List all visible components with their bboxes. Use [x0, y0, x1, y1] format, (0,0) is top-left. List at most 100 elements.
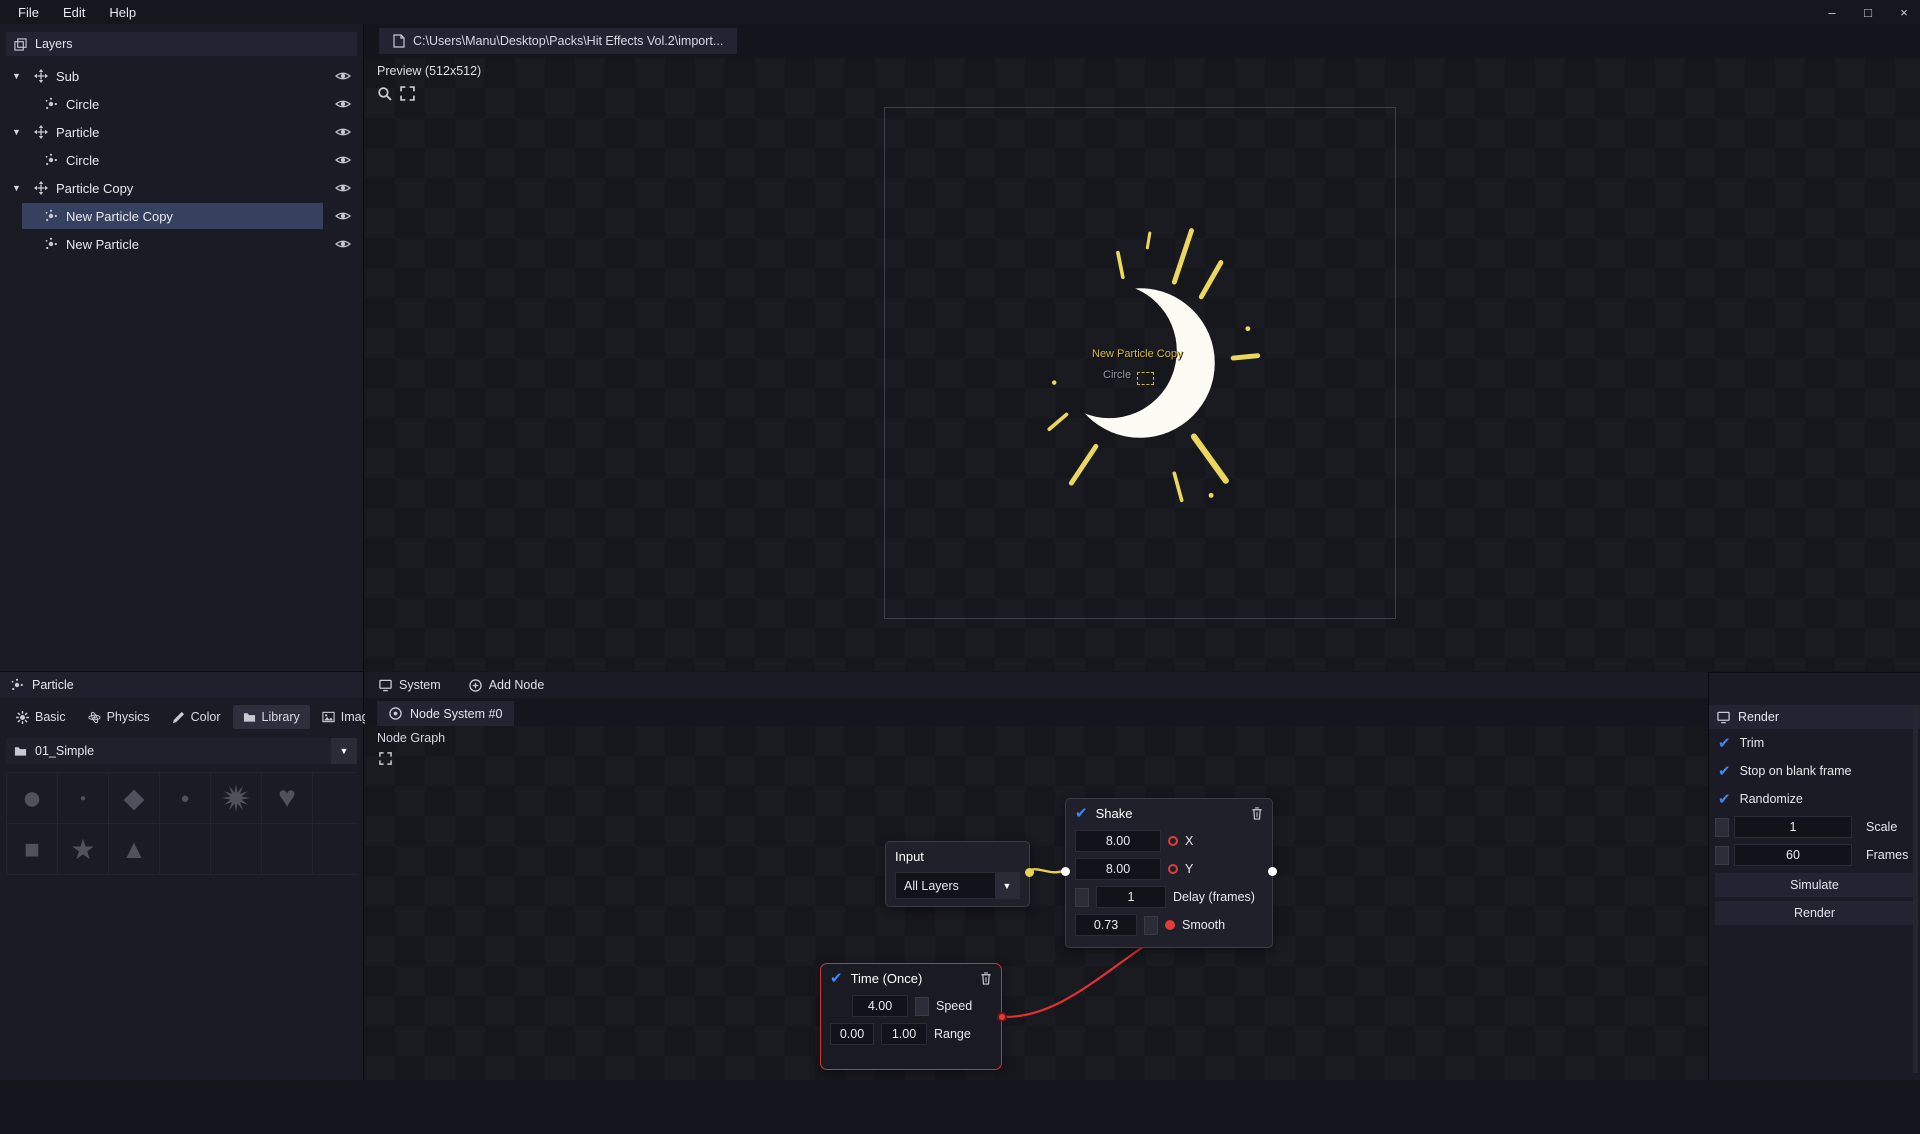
tab-color[interactable]: Color: [162, 705, 231, 729]
node-graph-canvas[interactable]: Node Graph Input All Layers ▼ ✔ Shake: [365, 726, 1708, 1080]
transform-icon: [34, 181, 48, 195]
output-port[interactable]: [1268, 867, 1277, 876]
visibility-eye-icon[interactable]: [335, 238, 351, 250]
visibility-eye-icon[interactable]: [335, 154, 351, 166]
port-x-icon[interactable]: [1168, 836, 1178, 846]
shape-star[interactable]: ★: [58, 824, 108, 874]
add-node-button[interactable]: Add Node: [469, 678, 545, 692]
option-label: Randomize: [1740, 792, 1803, 806]
option-trim[interactable]: ✔ Trim: [1709, 729, 1920, 757]
scrollbar[interactable]: [1913, 705, 1918, 1073]
checkbox-checked-icon[interactable]: ✔: [1718, 764, 1731, 779]
dropdown-caret-icon[interactable]: ▼: [331, 738, 357, 764]
layers-icon: [14, 38, 27, 51]
shake-smooth-input[interactable]: 0.73: [1075, 914, 1137, 936]
node-system-tab-label: Node System #0: [410, 707, 502, 721]
zoom-magnifier-icon[interactable]: [377, 86, 392, 101]
drag-handle[interactable]: [1715, 846, 1729, 865]
library-folder-select[interactable]: 01_Simple ▼: [6, 738, 357, 764]
layer-row-sub[interactable]: ▼ Sub: [0, 62, 363, 90]
shape-dot[interactable]: ●: [58, 773, 108, 823]
shape-triangle[interactable]: ▲: [109, 824, 159, 874]
layer-row-circle-2[interactable]: Circle: [0, 146, 363, 174]
checkbox-checked-icon[interactable]: ✔: [1718, 792, 1731, 807]
shape-circle[interactable]: ●: [7, 773, 57, 823]
shake-x-input[interactable]: 8.00: [1075, 830, 1161, 852]
layer-row-new-particle-copy[interactable]: New Particle Copy: [0, 202, 363, 230]
visibility-eye-icon[interactable]: [335, 98, 351, 110]
maximize-button[interactable]: □: [1860, 5, 1876, 20]
scale-input[interactable]: 1: [1734, 816, 1852, 838]
menu-help[interactable]: Help: [97, 5, 148, 20]
tab-basic[interactable]: Basic: [6, 705, 76, 729]
collapse-caret-icon[interactable]: ▼: [12, 127, 26, 137]
shape-empty[interactable]: [313, 773, 363, 823]
preview-meta: Preview (512x512): [377, 64, 481, 101]
node-input[interactable]: Input All Layers ▼: [885, 841, 1030, 907]
time-speed-input[interactable]: 4.00: [852, 995, 908, 1017]
drag-handle[interactable]: [1075, 888, 1089, 907]
shape-burst[interactable]: [211, 773, 261, 823]
node-enabled-checkbox[interactable]: ✔: [830, 971, 843, 986]
param-label: Speed: [936, 999, 972, 1013]
layer-row-particle[interactable]: ▼ Particle: [0, 118, 363, 146]
checkbox-checked-icon[interactable]: ✔: [1718, 736, 1731, 751]
dropdown-caret-icon[interactable]: ▼: [995, 873, 1019, 898]
visibility-eye-icon[interactable]: [335, 126, 351, 138]
time-range-to-input[interactable]: 1.00: [881, 1023, 927, 1045]
visibility-eye-icon[interactable]: [335, 182, 351, 194]
node-shake[interactable]: ✔ Shake 8.00 X 8.00 Y 1 Delay (frames) 0…: [1065, 798, 1273, 948]
delete-node-icon[interactable]: [1251, 807, 1263, 820]
shape-heart[interactable]: ♥: [262, 773, 312, 823]
visibility-eye-icon[interactable]: [335, 210, 351, 222]
drag-handle[interactable]: [1715, 818, 1729, 837]
minimize-button[interactable]: –: [1824, 5, 1840, 20]
menu-edit[interactable]: Edit: [51, 5, 97, 20]
shape-glyph: ●: [180, 790, 189, 807]
preview-canvas[interactable]: Preview (512x512): [365, 58, 1920, 671]
collapse-caret-icon[interactable]: ▼: [12, 71, 26, 81]
menu-file[interactable]: File: [6, 5, 51, 20]
simulate-button[interactable]: Simulate: [1715, 873, 1914, 897]
drag-handle[interactable]: [915, 997, 929, 1016]
layer-row-circle-1[interactable]: Circle: [0, 90, 363, 118]
input-layer-select[interactable]: All Layers ▼: [895, 872, 1020, 899]
input-port[interactable]: [1061, 867, 1070, 876]
shape-empty[interactable]: [313, 824, 363, 874]
shape-square[interactable]: ■: [7, 824, 57, 874]
shape-empty[interactable]: [160, 824, 210, 874]
option-stop-on-blank-frame[interactable]: ✔ Stop on blank frame: [1709, 757, 1920, 785]
frames-input[interactable]: 60: [1734, 844, 1852, 866]
output-port-red[interactable]: [997, 1012, 1007, 1022]
fit-expand-icon[interactable]: [400, 86, 415, 101]
time-range-from-input[interactable]: 0.00: [830, 1023, 874, 1045]
shake-y-input[interactable]: 8.00: [1075, 858, 1161, 880]
system-tab[interactable]: System: [379, 678, 441, 692]
delete-node-icon[interactable]: [980, 972, 992, 985]
collapse-caret-icon[interactable]: ▼: [12, 183, 26, 193]
shape-empty[interactable]: [262, 824, 312, 874]
shake-delay-input[interactable]: 1: [1096, 886, 1166, 908]
close-button[interactable]: ×: [1896, 5, 1912, 20]
node-time-once[interactable]: ✔ Time (Once) 4.00 Speed 0.00 1.00 Range: [820, 963, 1002, 1070]
visibility-eye-icon[interactable]: [335, 70, 351, 82]
tab-node-system-0[interactable]: Node System #0: [377, 701, 514, 726]
option-randomize[interactable]: ✔ Randomize: [1709, 785, 1920, 813]
layer-row-particle-copy[interactable]: ▼ Particle Copy: [0, 174, 363, 202]
node-enabled-checkbox[interactable]: ✔: [1075, 806, 1088, 821]
path-strip: C:\Users\Manu\Desktop\Packs\Hit Effects …: [365, 24, 1920, 58]
output-port[interactable]: [1025, 868, 1034, 877]
shape-glyph: ▲: [121, 834, 147, 865]
shape-small-circle[interactable]: ●: [160, 773, 210, 823]
render-button[interactable]: Render: [1715, 901, 1914, 925]
port-y-icon[interactable]: [1168, 864, 1178, 874]
port-smooth-icon[interactable]: [1165, 920, 1175, 930]
shape-empty[interactable]: [211, 824, 261, 874]
tab-library[interactable]: Library: [233, 705, 310, 729]
drag-handle[interactable]: [1144, 916, 1158, 935]
file-path-tab[interactable]: C:\Users\Manu\Desktop\Packs\Hit Effects …: [379, 28, 737, 54]
layer-row-new-particle[interactable]: New Particle: [0, 230, 363, 258]
shape-diamond[interactable]: ◆: [109, 773, 159, 823]
frame-corners-icon[interactable]: [379, 752, 392, 765]
tab-physics[interactable]: Physics: [78, 705, 160, 729]
